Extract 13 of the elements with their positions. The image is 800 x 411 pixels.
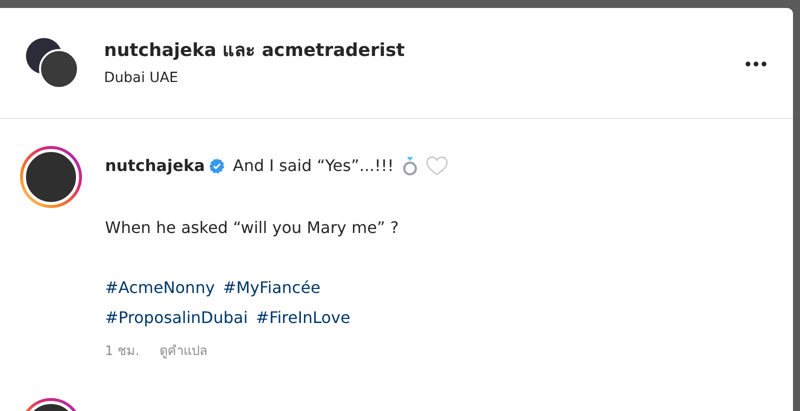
post-title: nutchajeka และ acmetraderist <box>104 39 406 63</box>
caption-text: When he asked “will you Mary me” ? <box>105 217 400 239</box>
ring-icon <box>402 156 418 176</box>
hashtag-link[interactable]: #FireInLove <box>256 308 350 327</box>
more-options-icon <box>745 60 767 67</box>
location-link[interactable]: Dubai UAE <box>104 68 741 89</box>
hashtag-link[interactable]: #AcmeNonny <box>105 278 215 297</box>
hashtag-link[interactable]: #ProposalinDubai <box>105 308 248 327</box>
username-link[interactable]: nutchajeka <box>105 151 205 181</box>
caption-text: And I said “Yes”...!!! <box>232 155 394 177</box>
hashtag-link[interactable]: #MyFiancée <box>222 278 320 297</box>
avatar-pair-placeholder[interactable] <box>24 36 80 90</box>
timestamp: 1 ชม. <box>105 343 140 361</box>
